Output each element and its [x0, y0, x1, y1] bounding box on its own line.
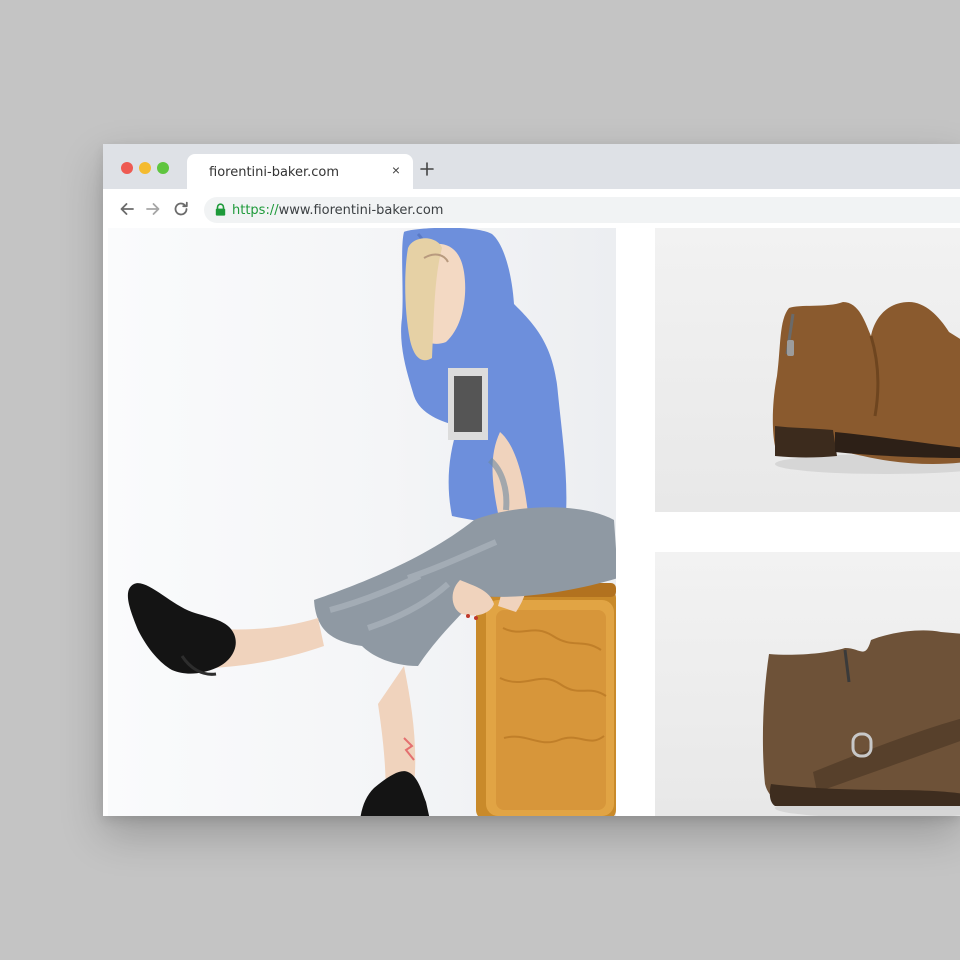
toolbar: https://www.fiorentini-baker.com	[103, 189, 960, 228]
browser-window: fiorentini-baker.com × https://www.fiore…	[103, 144, 960, 816]
url-host: www.fiorentini-baker.com	[278, 203, 444, 218]
hero-model-photo[interactable]	[108, 228, 616, 816]
close-icon[interactable]: ×	[389, 163, 403, 177]
url-scheme: https://	[232, 203, 279, 218]
window-maximize-dot[interactable]	[157, 162, 169, 174]
window-close-dot[interactable]	[121, 162, 133, 174]
arrow-left-icon[interactable]	[118, 200, 136, 218]
tab-bar: fiorentini-baker.com ×	[103, 144, 960, 189]
product-thumbnail-leather-boot[interactable]	[655, 228, 960, 512]
product-thumbnail-suede-boot[interactable]	[655, 552, 960, 816]
browser-tab[interactable]: fiorentini-baker.com ×	[187, 154, 413, 189]
url-text: https://www.fiorentini-baker.com	[232, 203, 443, 218]
window-minimize-dot[interactable]	[139, 162, 151, 174]
lock-icon	[215, 203, 226, 216]
plus-icon[interactable]	[419, 161, 435, 177]
address-bar[interactable]: https://www.fiorentini-baker.com	[204, 197, 960, 223]
reload-icon[interactable]	[172, 200, 190, 218]
page-content	[103, 228, 960, 816]
arrow-right-icon[interactable]	[144, 200, 162, 218]
tab-title: fiorentini-baker.com	[209, 165, 340, 180]
